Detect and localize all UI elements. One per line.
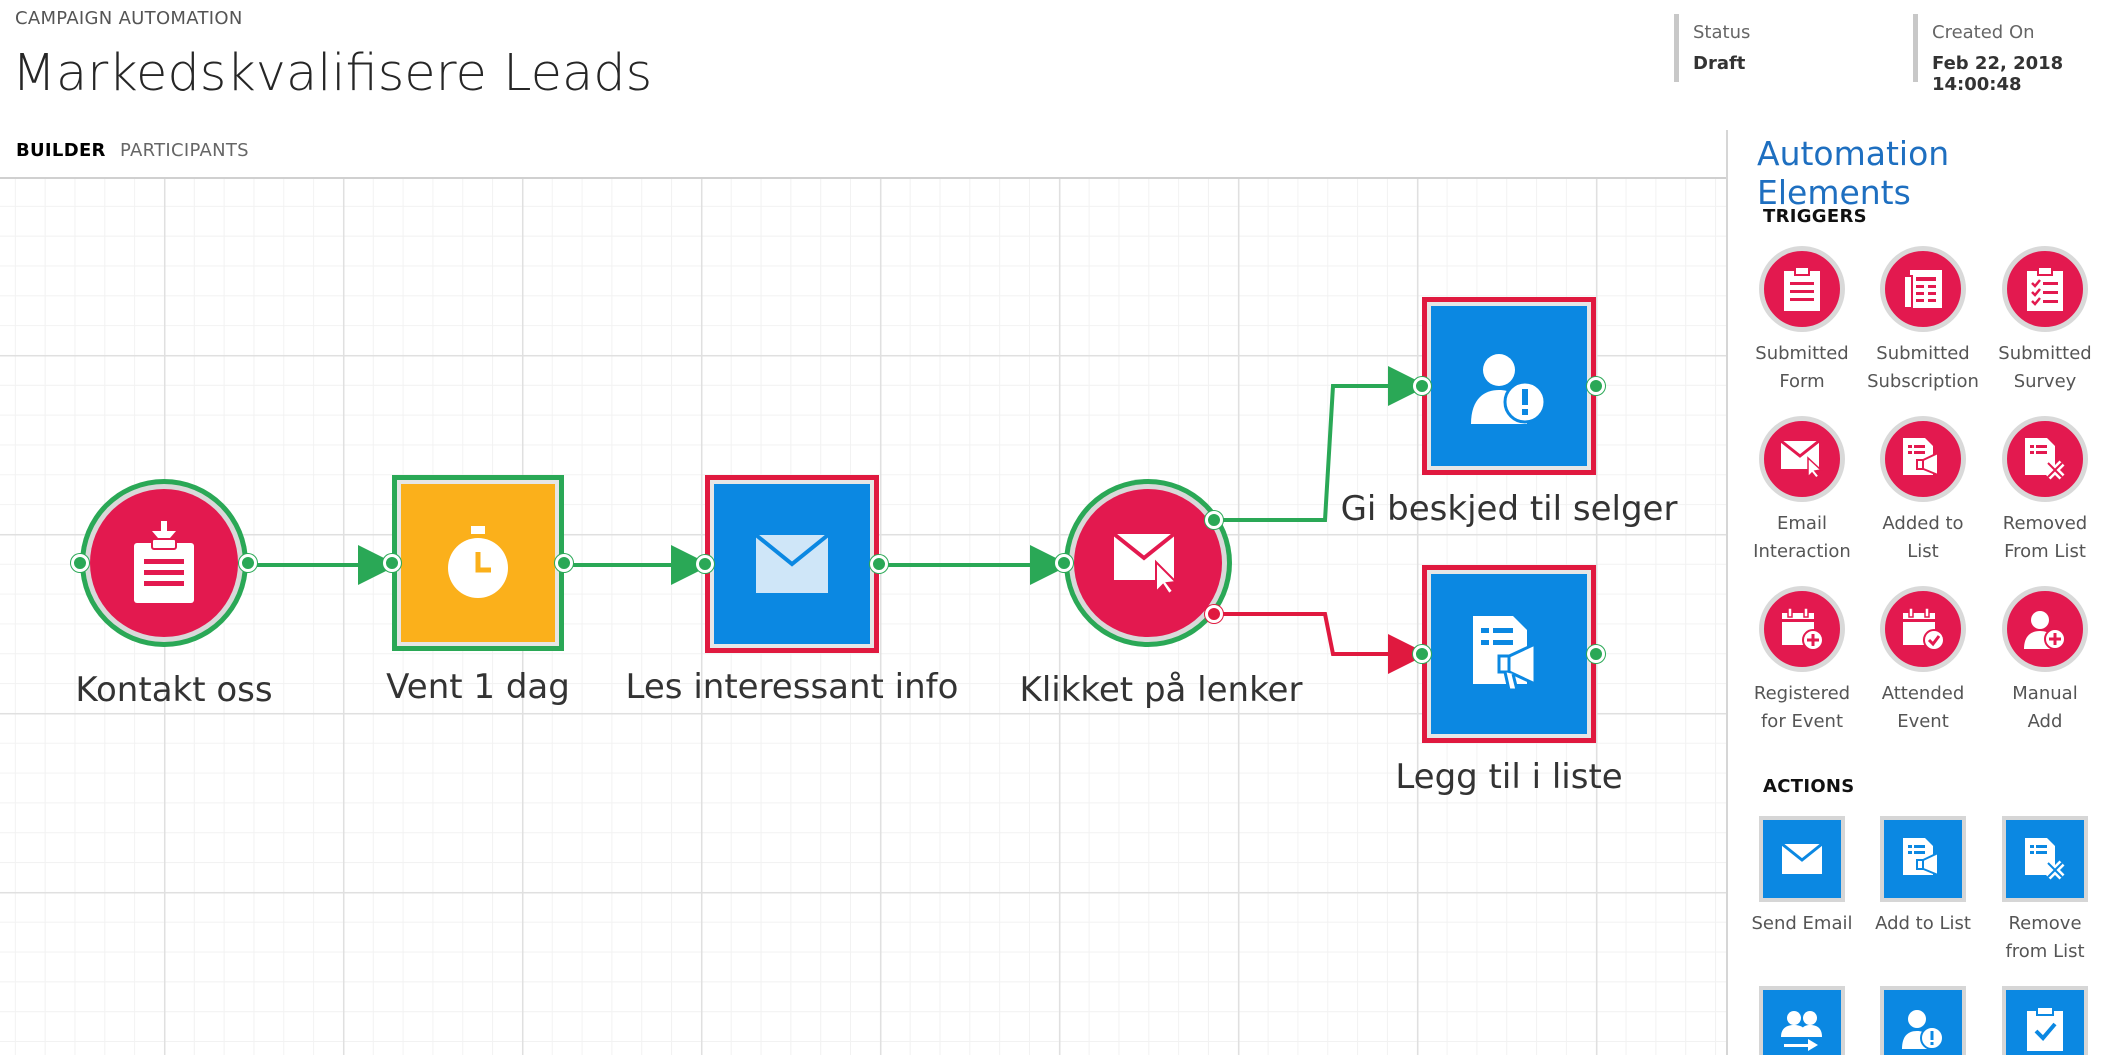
node-klikket-pa-lenker[interactable]: [1055, 479, 1232, 647]
palette-email-interaction[interactable]: Email Interaction: [1742, 416, 1862, 566]
send-email-icon: [1759, 816, 1845, 902]
palette-label: Removed From List: [2002, 513, 2088, 562]
actions-section-title: ACTIONS: [1763, 776, 1855, 797]
palette-attended-event[interactable]: Attended Event: [1863, 586, 1983, 736]
removed-from-list-icon: [2002, 416, 2088, 502]
notify-user-icon: [1880, 986, 1966, 1055]
palette-submitted-form[interactable]: Submitted Form: [1742, 246, 1862, 396]
status-field: Status Draft: [1674, 14, 1750, 82]
output-port-no[interactable]: [1205, 605, 1223, 623]
palette-notify-user[interactable]: [1863, 986, 1983, 1055]
email-interaction-icon: [1074, 489, 1222, 637]
palette-remove-from-list[interactable]: Remove from List: [1985, 816, 2105, 966]
node-label: Les interessant info: [625, 667, 959, 707]
palette-label: Remove from List: [2005, 913, 2085, 962]
task-icon: [2002, 986, 2088, 1055]
output-port[interactable]: [555, 554, 573, 572]
registered-event-icon: [1759, 586, 1845, 672]
input-port[interactable]: [1055, 554, 1073, 572]
input-port[interactable]: [696, 555, 714, 573]
add-to-list-icon: [1880, 816, 1966, 902]
node-label: Legg til i liste: [1395, 757, 1623, 797]
notify-user-icon: [1431, 306, 1587, 466]
output-port[interactable]: [239, 554, 257, 572]
node-label: Vent 1 dag: [386, 667, 570, 707]
palette-label: Added to List: [1882, 513, 1964, 562]
added-to-list-icon: [1880, 416, 1966, 502]
tab-builder[interactable]: BUILDER: [16, 140, 106, 161]
palette-label: Add to List: [1875, 913, 1971, 934]
output-port[interactable]: [1587, 377, 1605, 395]
page-title: Markedskvalifisere Leads: [12, 44, 653, 103]
move-contact-icon: [1759, 986, 1845, 1055]
status-value: Draft: [1693, 53, 1746, 74]
stopwatch-icon: [401, 484, 555, 642]
palette-label: Send Email: [1751, 913, 1853, 934]
input-port[interactable]: [383, 554, 401, 572]
breadcrumb: CAMPAIGN AUTOMATION: [15, 8, 243, 29]
status-label: Status: [1693, 22, 1751, 43]
email-interaction-icon: [1759, 416, 1845, 502]
input-port[interactable]: [71, 554, 89, 572]
submitted-survey-icon: [2002, 246, 2088, 332]
palette-label: Email Interaction: [1753, 513, 1851, 562]
palette-send-email[interactable]: Send Email: [1742, 816, 1862, 938]
palette-added-to-list[interactable]: Added to List: [1863, 416, 1983, 566]
node-les-interessant-info[interactable]: [696, 475, 888, 653]
submitted-subscription-icon: [1880, 246, 1966, 332]
add-to-list-icon: [1431, 574, 1587, 734]
tab-participants[interactable]: PARTICIPANTS: [120, 140, 249, 161]
email-icon: [714, 484, 870, 644]
palette-manual-add[interactable]: Manual Add: [1985, 586, 2105, 736]
node-label: Klikket på lenker: [1019, 670, 1303, 710]
node-legg-til-i-liste[interactable]: [1413, 565, 1605, 743]
palette-registered-for-event[interactable]: Registered for Event: [1742, 586, 1862, 736]
palette-label: Submitted Form: [1755, 343, 1849, 392]
triggers-section-title: TRIGGERS: [1763, 206, 1867, 227]
sidebar-title: Automation Elements: [1757, 134, 1950, 212]
input-port[interactable]: [1413, 645, 1431, 663]
node-kontakt-oss[interactable]: [71, 479, 257, 647]
palette-label: Manual Add: [2012, 683, 2078, 732]
created-on-field: Created On Feb 22, 2018 14:00:48: [1913, 14, 2112, 95]
submitted-form-icon: [1759, 246, 1845, 332]
palette-label: Submitted Survey: [1998, 343, 2092, 392]
output-port[interactable]: [1587, 645, 1605, 663]
palette-add-to-list[interactable]: Add to List: [1863, 816, 1983, 938]
connector-n4-n6: [1214, 612, 1428, 674]
node-label: Gi beskjed til selger: [1340, 489, 1678, 529]
submitted-form-icon: [90, 489, 238, 637]
sidebar-divider: [1726, 130, 1728, 1055]
palette-label: Submitted Subscription: [1867, 343, 1979, 392]
node-label: Kontakt oss: [75, 670, 273, 710]
palette-label: Registered for Event: [1753, 683, 1851, 732]
palette-submitted-subscription[interactable]: Submitted Subscription: [1863, 246, 1983, 396]
manual-add-icon: [2002, 586, 2088, 672]
input-port[interactable]: [1413, 377, 1431, 395]
builder-canvas[interactable]: Kontakt oss Vent 1 dag Les interessant i…: [0, 179, 1727, 1055]
palette-task[interactable]: [1985, 986, 2105, 1055]
output-port[interactable]: [870, 555, 888, 573]
remove-from-list-icon: [2002, 816, 2088, 902]
palette-removed-from-list[interactable]: Removed From List: [1985, 416, 2105, 566]
attended-event-icon: [1880, 586, 1966, 672]
created-on-label: Created On: [1932, 22, 2035, 43]
palette-move-contact[interactable]: [1742, 986, 1862, 1055]
created-on-value: Feb 22, 2018 14:00:48: [1932, 53, 2064, 95]
node-gi-beskjed-til-selger[interactable]: [1413, 297, 1605, 475]
node-vent-1-dag[interactable]: [383, 475, 573, 651]
output-port-yes[interactable]: [1205, 511, 1223, 529]
palette-label: Attended Event: [1881, 683, 1965, 732]
palette-submitted-survey[interactable]: Submitted Survey: [1985, 246, 2105, 396]
